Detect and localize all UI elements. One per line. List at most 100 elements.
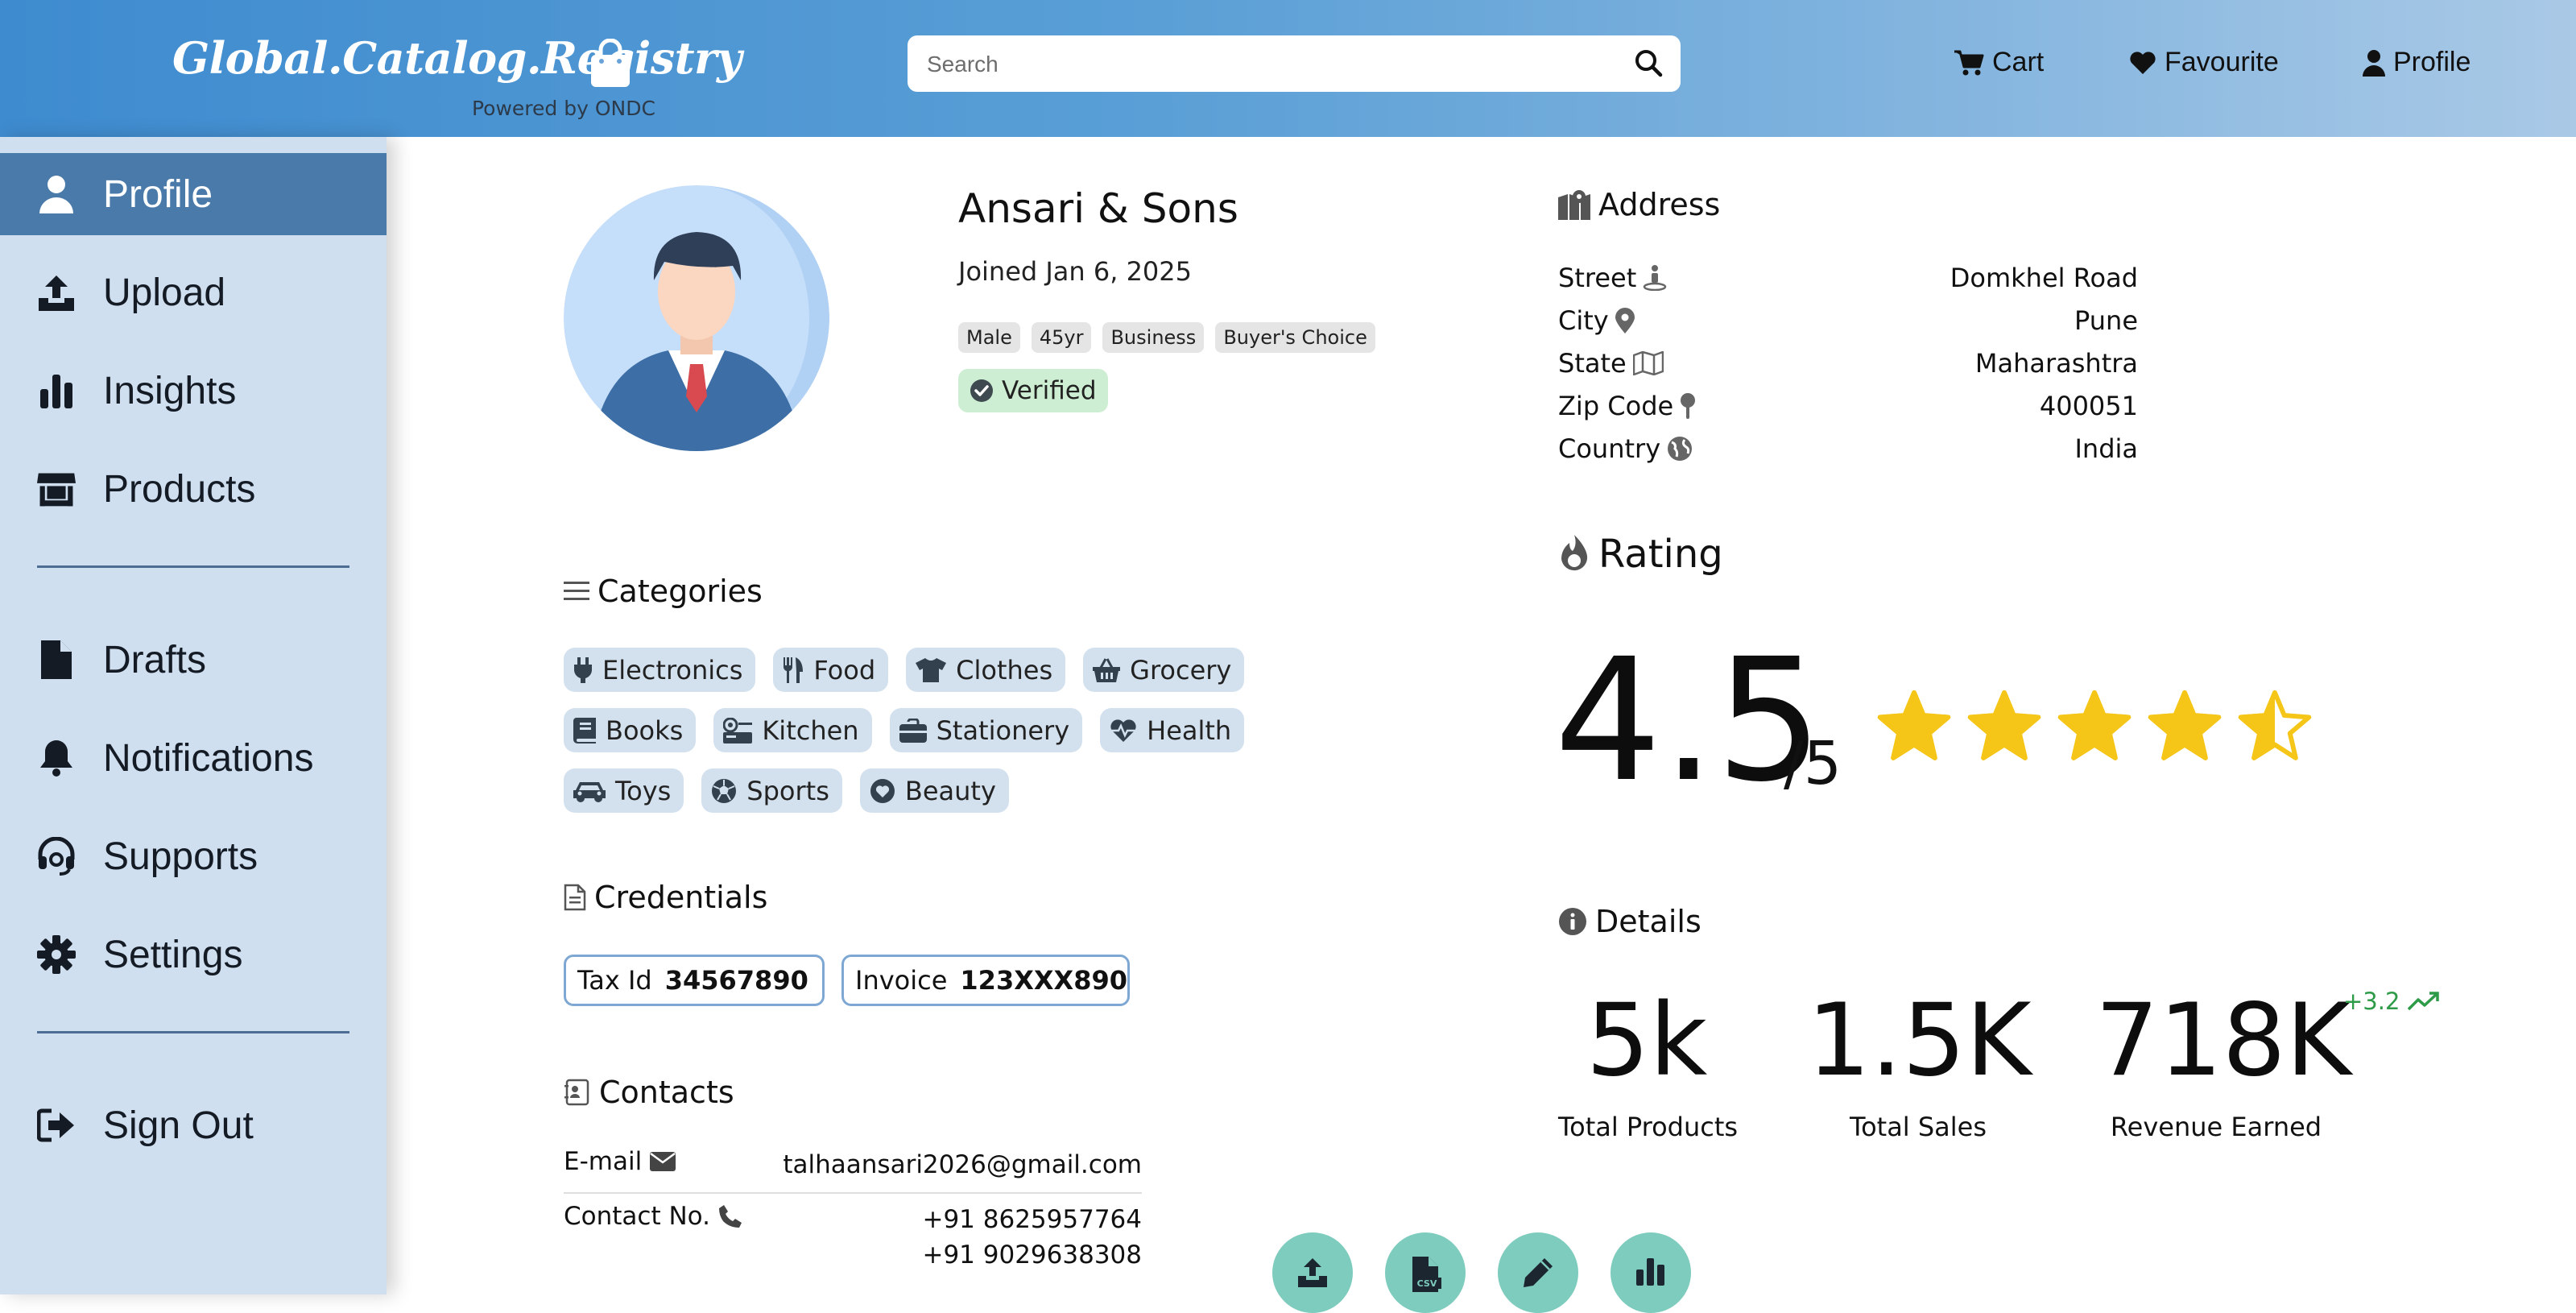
envelope-icon	[650, 1152, 676, 1171]
sidebar-item-sign-out[interactable]: Sign Out	[0, 1084, 387, 1166]
info-icon	[1559, 908, 1586, 935]
sign-out-icon	[37, 1106, 76, 1145]
category-label: Food	[813, 654, 876, 685]
sidebar-item-profile[interactable]: Profile	[0, 153, 387, 235]
email-label: E-mail	[564, 1147, 676, 1176]
sidebar-item-label: Upload	[103, 271, 226, 314]
nav-profile-label: Profile	[2393, 47, 2471, 77]
logo-text: Global.Catalog.Registry	[172, 32, 742, 84]
document-icon	[564, 884, 586, 911]
details-title: Details	[1595, 904, 1701, 939]
sidebar-item-drafts[interactable]: Drafts	[0, 619, 387, 701]
rating-heading: Rating	[1558, 532, 1723, 577]
business-name: Ansari & Sons	[958, 185, 1238, 232]
stat-revenue-value: 718K	[2095, 983, 2351, 1099]
category-chip[interactable]: Sports	[701, 768, 842, 813]
nav-favourite[interactable]: Favourite	[2129, 47, 2279, 78]
email-label-text: E-mail	[564, 1147, 643, 1176]
map-icon	[1632, 351, 1664, 375]
category-chip[interactable]: Books	[564, 708, 697, 752]
map-pin-icon	[1681, 393, 1696, 419]
search-input[interactable]	[925, 35, 1621, 93]
sidebar-item-upload[interactable]: Upload	[0, 251, 387, 333]
email-value[interactable]: talhaansari2026@gmail.com	[783, 1147, 1142, 1183]
location-pin-icon	[1615, 308, 1635, 333]
category-chip[interactable]: Food	[773, 648, 889, 692]
nav-profile[interactable]: Profile	[2363, 47, 2471, 78]
nav-cart[interactable]: Cart	[1954, 47, 2044, 78]
globe-icon	[1668, 437, 1693, 461]
revenue-trend: +3.2	[2343, 988, 2440, 1015]
category-chip[interactable]: Beauty	[859, 768, 1009, 813]
stat-total-sales-label: Total Sales	[1849, 1112, 1987, 1142]
tax-id-value: 34567890	[664, 965, 808, 996]
category-chip[interactable]: Clothes	[906, 648, 1066, 692]
headset-icon	[37, 837, 76, 876]
address-label: Zip Code	[1558, 391, 1674, 421]
category-chip[interactable]: Health	[1100, 708, 1245, 752]
shirt-icon	[916, 657, 947, 682]
star-half-icon	[2238, 690, 2312, 760]
heart-pulse-icon	[1110, 719, 1136, 742]
search-icon[interactable]	[1634, 48, 1663, 77]
kitchen-set-icon	[723, 717, 753, 743]
upload-button[interactable]	[1272, 1232, 1353, 1313]
sidebar-item-insights[interactable]: Insights	[0, 350, 387, 432]
category-chip[interactable]: Toys	[564, 768, 684, 813]
category-label: Stationery	[936, 714, 1070, 746]
tax-id-label: Tax Id	[577, 965, 652, 996]
car-icon	[573, 781, 606, 802]
address-value: India	[2074, 433, 2138, 464]
star-rating	[1876, 689, 2313, 763]
rating-value: 4.5	[1554, 622, 1823, 819]
category-label: Beauty	[904, 775, 996, 806]
sidebar-item-products[interactable]: Products	[0, 448, 387, 530]
category-chip[interactable]: Stationery	[889, 708, 1083, 752]
address-row-street: Street Domkhel Road	[1558, 263, 2138, 300]
insights-button[interactable]	[1611, 1232, 1691, 1313]
sidebar-item-notifications[interactable]: Notifications	[0, 717, 387, 799]
phone-label: Contact No.	[564, 1202, 742, 1231]
phone-number-2[interactable]: +91 9029638308	[922, 1241, 1142, 1270]
category-label: Electronics	[602, 654, 743, 685]
edit-button[interactable]	[1498, 1232, 1578, 1313]
address-value: Domkhel Road	[1950, 263, 2138, 293]
invoice-link[interactable]: Invoice 123XXX890	[841, 955, 1130, 1006]
file-icon	[37, 640, 76, 679]
category-chip[interactable]: Grocery	[1083, 648, 1245, 692]
address-title: Address	[1598, 187, 1721, 222]
category-chip[interactable]: Electronics	[564, 648, 756, 692]
user-icon	[37, 175, 76, 213]
trend-value: +3.2	[2343, 988, 2400, 1015]
category-label: Grocery	[1130, 654, 1232, 685]
cart-icon	[1954, 50, 1984, 75]
street-view-icon	[1643, 265, 1667, 291]
phone-number-1[interactable]: +91 8625957764	[922, 1205, 1142, 1234]
category-chip[interactable]: Kitchen	[713, 708, 872, 752]
avatar	[564, 185, 829, 451]
tax-id-link[interactable]: Tax Id 34567890	[564, 955, 825, 1006]
book-icon	[573, 717, 596, 743]
plug-icon	[574, 656, 592, 683]
sidebar-item-label: Profile	[103, 172, 213, 216]
address-heading: Address	[1558, 187, 1720, 222]
stat-total-sales-value: 1.5K	[1807, 983, 2032, 1099]
top-header: Global.Catalog.Registry Powered by ONDC …	[0, 0, 2576, 137]
contacts-heading: Contacts	[564, 1075, 734, 1110]
category-label: Kitchen	[762, 714, 859, 746]
sidebar-item-supports[interactable]: Supports	[0, 815, 387, 897]
address-value: Pune	[2074, 305, 2138, 336]
invoice-value: 123XXX890	[960, 965, 1128, 996]
upload-icon	[1298, 1258, 1327, 1287]
sidebar-item-label: Settings	[103, 933, 243, 976]
sidebar-item-settings[interactable]: Settings	[0, 913, 387, 996]
star-full-icon	[2057, 690, 2132, 760]
address-value: Maharashtra	[1974, 348, 2138, 379]
details-heading: Details	[1558, 904, 1701, 939]
nav-favourite-label: Favourite	[2165, 47, 2279, 77]
address-label: Street	[1558, 263, 1637, 293]
csv-upload-button[interactable]: CSV	[1385, 1232, 1466, 1313]
contact-card-icon	[564, 1079, 589, 1106]
address-row-state: State Maharashtra	[1558, 348, 2138, 385]
rating-out-of: /5	[1784, 729, 1842, 798]
